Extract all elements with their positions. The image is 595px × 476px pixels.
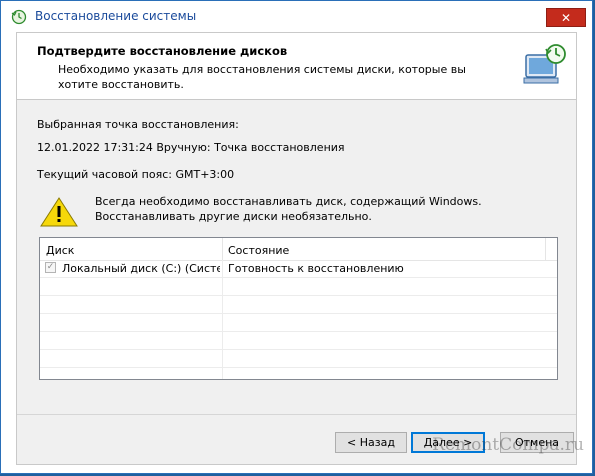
- system-restore-window: Восстановление системы ✕ Подтвердите вос…: [0, 0, 593, 474]
- empty-row: [40, 314, 557, 332]
- disk-checkbox[interactable]: ✓: [45, 262, 56, 273]
- back-button[interactable]: < Назад: [335, 432, 407, 453]
- table-header: Диск ^ Состояние: [40, 238, 557, 261]
- system-restore-icon: [11, 9, 27, 25]
- restore-point-value: 12.01.2022 17:31:24 Вручную: Точка восст…: [37, 141, 345, 154]
- disk-status: Готовность к восстановлению: [228, 262, 404, 275]
- disk-name: Локальный диск (C:) (Систе...: [62, 262, 220, 275]
- monitor-restore-icon: [520, 41, 568, 89]
- disk-list[interactable]: Диск ^ Состояние ✓ Локальный диск (C:) (…: [39, 237, 558, 380]
- empty-row: [40, 332, 557, 350]
- dialog-content: Подтвердите восстановление дисков Необхо…: [16, 32, 577, 465]
- empty-row: [40, 296, 557, 314]
- wizard-header: Подтвердите восстановление дисков Необхо…: [17, 33, 576, 100]
- title-bar[interactable]: Восстановление системы ✕: [1, 1, 592, 32]
- window-title: Восстановление системы: [35, 9, 197, 23]
- table-row[interactable]: ✓ Локальный диск (C:) (Систе... Готовнос…: [40, 260, 557, 278]
- restore-point-label: Выбранная точка восстановления:: [37, 118, 239, 131]
- sort-arrow-icon: ^: [126, 237, 134, 244]
- empty-row: [40, 278, 557, 296]
- close-button[interactable]: ✕: [546, 8, 586, 27]
- column-header-status[interactable]: Состояние: [228, 238, 289, 260]
- column-header-disk[interactable]: Диск: [46, 238, 74, 260]
- column-divider[interactable]: [222, 238, 223, 260]
- warning-text: Всегда необходимо восстанавливать диск, …: [95, 195, 482, 223]
- close-icon: ✕: [560, 10, 572, 25]
- next-button[interactable]: Далее >: [411, 432, 485, 453]
- empty-row: [40, 350, 557, 368]
- timezone-label: Текущий часовой пояс: GMT+3:00: [37, 168, 235, 181]
- page-title: Подтвердите восстановление дисков: [37, 44, 288, 58]
- cancel-button[interactable]: Отмена: [500, 432, 574, 453]
- column-divider[interactable]: [545, 238, 546, 260]
- checkmark-icon: ✓: [46, 262, 55, 272]
- footer-divider: [17, 414, 576, 415]
- page-description: Необходимо указать для восстановления си…: [58, 63, 466, 91]
- warning-triangle-icon: [39, 196, 79, 228]
